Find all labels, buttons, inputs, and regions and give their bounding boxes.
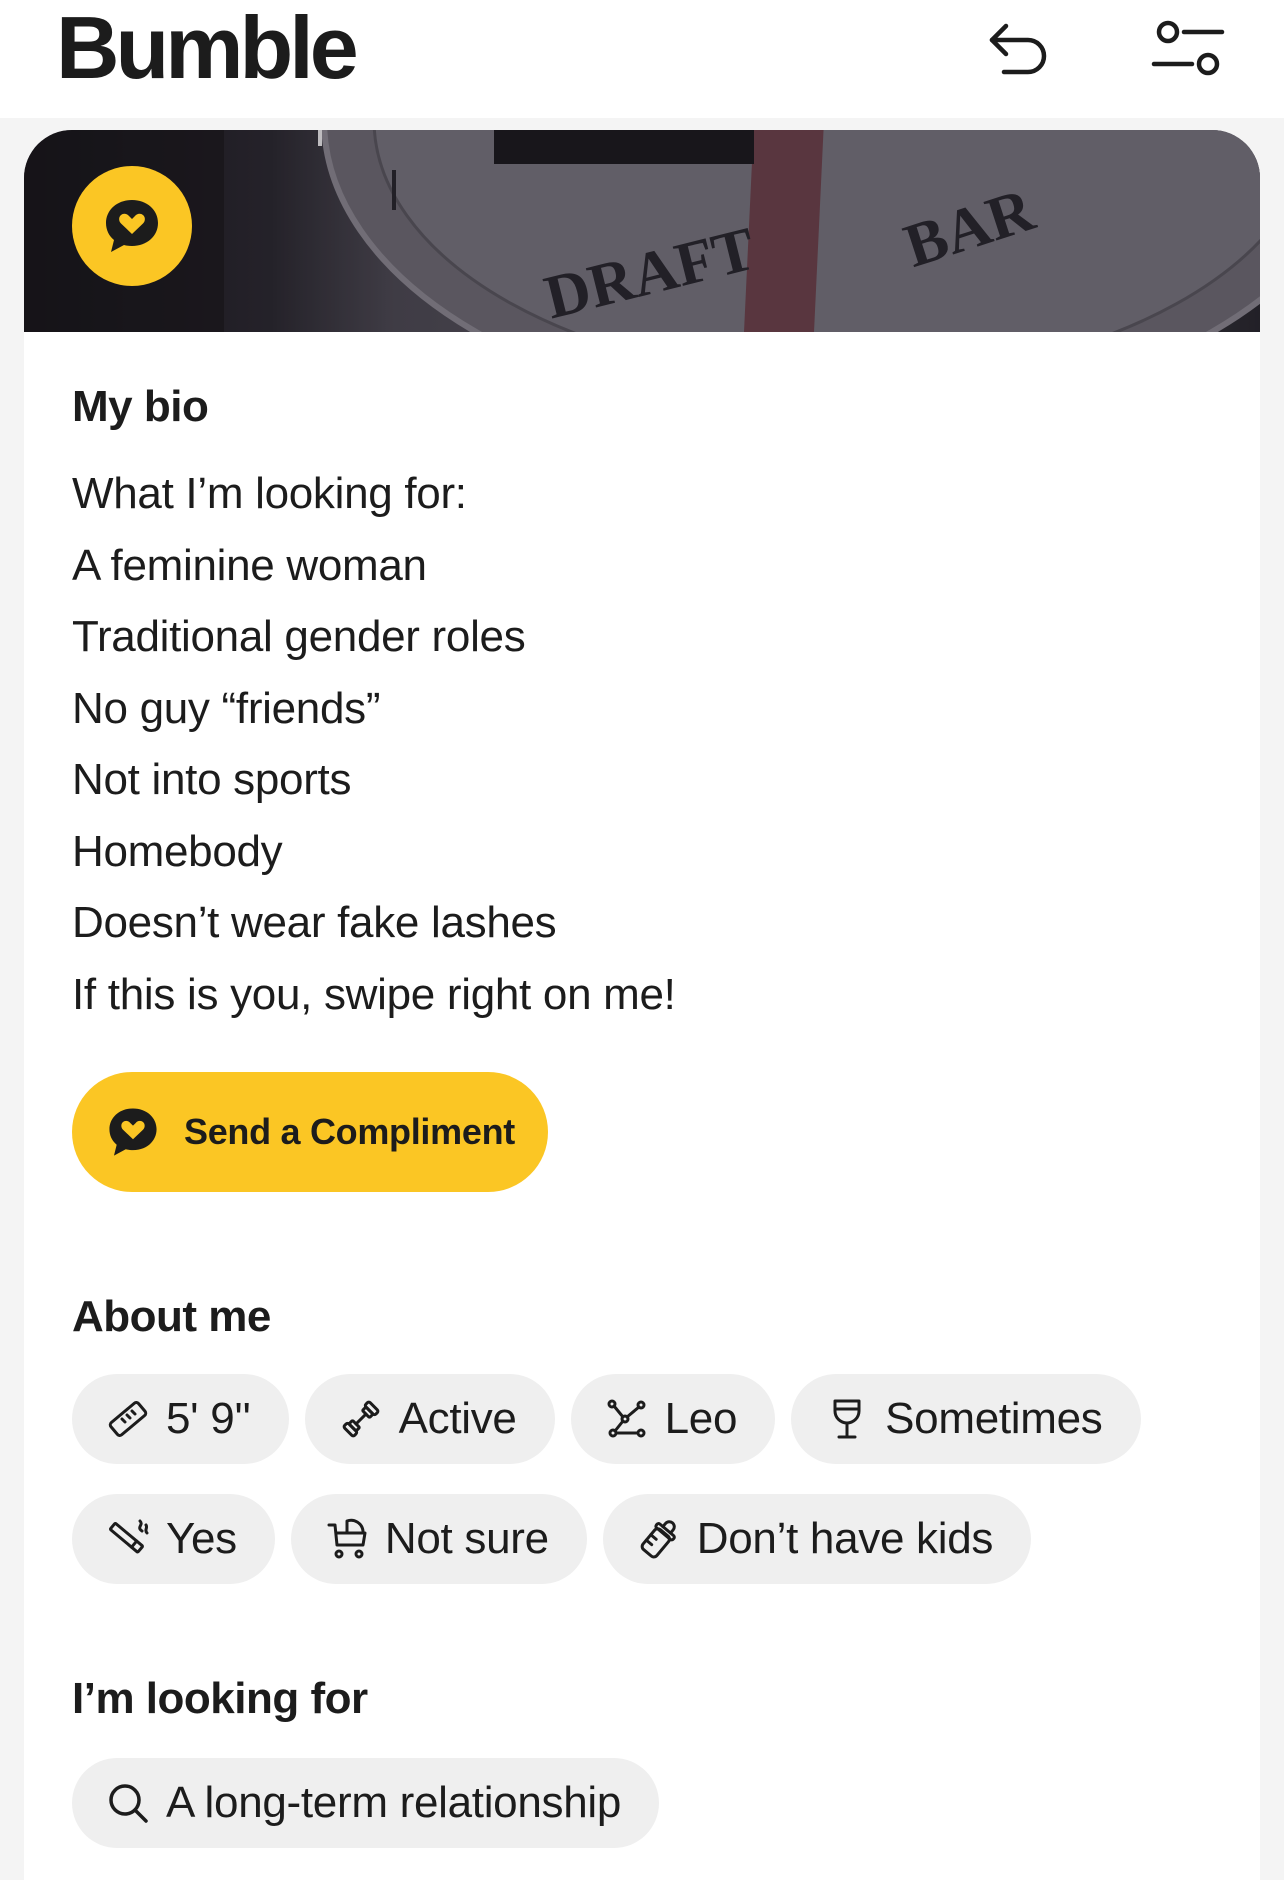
compliment-heart-bubble-icon	[106, 200, 158, 252]
bio-line: A feminine woman	[72, 540, 427, 590]
chip-label: Yes	[166, 1514, 237, 1563]
bio-title: My bio	[72, 382, 209, 431]
bio-line: No guy “friends”	[72, 683, 381, 733]
draft-bar-sign-graphic: DRAFT BAR	[24, 130, 1260, 332]
chip-children: Don’t have kids	[602, 1494, 1032, 1584]
compliment-heart-bubble-icon	[109, 1108, 157, 1156]
ruler-icon	[106, 1397, 150, 1441]
wine-glass-icon	[825, 1397, 869, 1441]
chip-family-plans: Not sure	[290, 1494, 587, 1584]
search-icon	[106, 1781, 150, 1825]
app-root: Bumble DRAFT BAR My bio What I’m looking…	[0, 0, 1284, 1880]
chip-label: Sometimes	[885, 1394, 1103, 1443]
bio-line: Traditional gender roles	[72, 612, 526, 661]
chip-label: 5' 9''	[166, 1394, 251, 1443]
chip-smoking: Yes	[72, 1494, 275, 1584]
send-compliment-button[interactable]: Send a Compliment	[72, 1072, 548, 1192]
chip-star-sign: Leo	[570, 1374, 776, 1464]
chip-label: Leo	[664, 1394, 738, 1443]
profile-photo: DRAFT BAR	[24, 130, 1260, 332]
bio-line: Not into sports	[72, 755, 352, 804]
stroller-icon	[325, 1517, 369, 1561]
bio-text: What I’m looking for: A feminine woman T…	[72, 458, 1212, 1030]
chip-label: Active	[398, 1394, 517, 1443]
chip-height: 5' 9''	[72, 1374, 289, 1464]
chip-label: A long-term relationship	[166, 1778, 622, 1827]
dumbbell-icon	[339, 1397, 383, 1441]
undo-arrow-icon	[989, 23, 1047, 75]
about-chips: 5' 9'' Active Leo Sometimes Yes Not sure…	[72, 1374, 1232, 1584]
bio-line: What I’m looking for:	[72, 469, 467, 518]
chip-label: Don’t have kids	[696, 1514, 994, 1563]
about-title: About me	[72, 1292, 271, 1341]
bio-line: If this is you, swipe right on me!	[72, 969, 676, 1019]
no-smoking-icon	[106, 1517, 150, 1561]
undo-button[interactable]	[980, 10, 1060, 90]
bumble-logo: Bumble	[56, 0, 359, 97]
chip-exercise: Active	[304, 1374, 555, 1464]
bio-line: Doesn’t wear fake lashes	[72, 898, 557, 947]
constellation-icon	[605, 1397, 649, 1441]
compliment-badge-button[interactable]	[72, 166, 192, 286]
bio-line: Homebody	[72, 826, 283, 876]
send-compliment-label: Send a Compliment	[184, 1111, 515, 1152]
chip-label: Not sure	[384, 1514, 549, 1563]
filter-button[interactable]	[1148, 10, 1228, 90]
looking-for-chips: A long-term relationship	[72, 1758, 1212, 1848]
chip-drinking: Sometimes	[791, 1374, 1141, 1464]
chip-relationship-goal: A long-term relationship	[72, 1758, 660, 1848]
filter-sliders-icon	[1151, 20, 1225, 76]
profile-card: DRAFT BAR My bio What I’m looking for: A…	[24, 130, 1260, 1880]
top-bar: Bumble	[0, 0, 1284, 118]
baby-bottle-icon	[637, 1517, 681, 1561]
looking-for-title: I’m looking for	[72, 1674, 368, 1723]
